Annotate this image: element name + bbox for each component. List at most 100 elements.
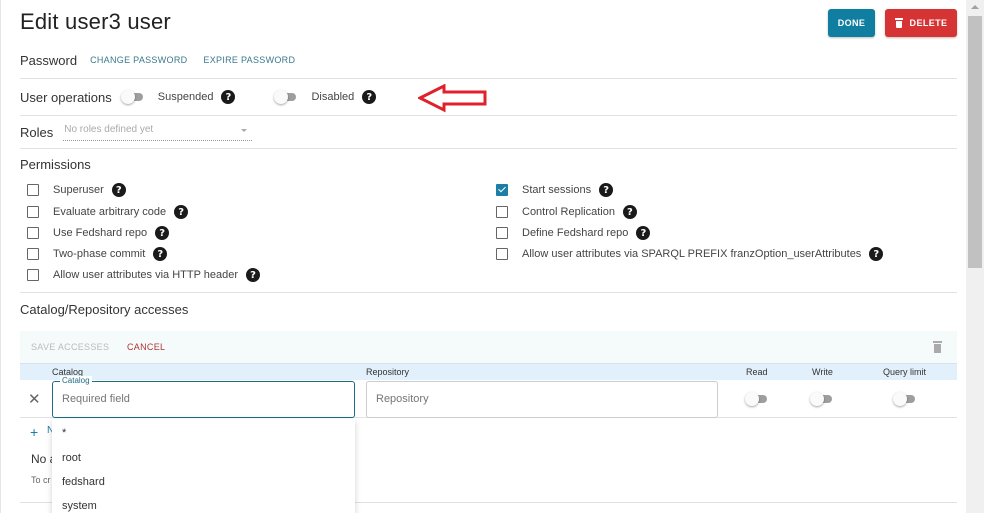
- permission-label: Use Fedshard repo: [53, 227, 148, 239]
- help-icon[interactable]: ?: [622, 205, 637, 219]
- suspended-label: Suspended: [157, 91, 214, 103]
- divider: [20, 148, 957, 149]
- help-icon[interactable]: ?: [174, 205, 189, 219]
- checkbox[interactable]: [27, 206, 39, 218]
- done-button[interactable]: DONE: [828, 9, 875, 37]
- checkbox[interactable]: [27, 248, 39, 260]
- chevron-down-icon: [241, 129, 248, 132]
- permission-http-attributes[interactable]: Allow user attributes via HTTP header ?: [27, 267, 261, 283]
- repository-input[interactable]: [376, 393, 656, 405]
- to-create-hint: To cr: [31, 475, 51, 485]
- plus-icon[interactable]: +: [30, 424, 38, 440]
- checkbox[interactable]: [27, 227, 39, 239]
- permission-start-sessions[interactable]: Start sessions ?: [496, 182, 614, 198]
- column-repository: Repository: [366, 367, 410, 377]
- dropdown-option[interactable]: root: [62, 452, 81, 464]
- permission-use-fedshard[interactable]: Use Fedshard repo ?: [27, 225, 170, 241]
- permission-sparql-attributes[interactable]: Allow user attributes via SPARQL PREFIX …: [496, 246, 884, 262]
- help-icon[interactable]: ?: [869, 247, 884, 261]
- permission-eval-code[interactable]: Evaluate arbitrary code ?: [27, 204, 189, 220]
- catalog-dropdown: * root fedshard system: [52, 419, 355, 513]
- dropdown-option[interactable]: *: [62, 427, 66, 439]
- divider: [20, 115, 957, 116]
- scrollbar-thumb[interactable]: [968, 16, 982, 268]
- help-icon[interactable]: ?: [599, 183, 614, 197]
- permission-label: Control Replication: [522, 206, 615, 218]
- accesses-table-header: Catalog Repository Read Write Query limi…: [20, 363, 957, 380]
- password-label: Password: [20, 52, 78, 68]
- toggle-knob: [120, 90, 135, 104]
- dropdown-option[interactable]: system: [62, 500, 97, 512]
- permissions-title: Permissions: [20, 157, 91, 172]
- catalog-input[interactable]: [62, 393, 342, 405]
- permission-label: Evaluate arbitrary code: [53, 206, 167, 218]
- catalog-field-label: Catalog: [60, 376, 92, 385]
- dropdown-option[interactable]: fedshard: [62, 476, 105, 488]
- password-row: Password CHANGE PASSWORD EXPIRE PASSWORD: [20, 50, 295, 70]
- expire-password-button[interactable]: EXPIRE PASSWORD: [203, 55, 295, 65]
- vertical-scrollbar[interactable]: [966, 0, 984, 513]
- trash-icon: [894, 18, 903, 28]
- user-operations-row: User operations Suspended ? Disabled ?: [20, 87, 377, 107]
- help-icon[interactable]: ?: [362, 90, 377, 104]
- toggle-knob: [745, 392, 759, 406]
- roles-label: Roles: [20, 124, 54, 140]
- accesses-toolbar: SAVE ACCESSES CANCEL: [20, 331, 957, 363]
- delete-button[interactable]: DELETE: [885, 9, 957, 37]
- column-read: Read: [746, 367, 768, 377]
- done-label: DONE: [837, 18, 866, 28]
- help-icon[interactable]: ?: [155, 226, 170, 240]
- permission-superuser[interactable]: Superuser ?: [27, 182, 126, 198]
- permission-label: Superuser: [53, 184, 104, 196]
- cancel-button[interactable]: CANCEL: [127, 342, 165, 352]
- toggle-knob: [810, 392, 824, 406]
- roles-select[interactable]: No roles defined yet: [63, 123, 253, 141]
- permission-two-phase-commit[interactable]: Two-phase commit ?: [27, 246, 168, 262]
- repository-field[interactable]: [366, 381, 718, 418]
- disabled-label: Disabled: [311, 91, 355, 103]
- page-title: Edit user3 user: [20, 9, 171, 34]
- column-write: Write: [812, 367, 833, 377]
- checkbox-checked[interactable]: [496, 184, 508, 196]
- table-row: ✕ Catalog: [20, 376, 957, 418]
- edit-user-page: Edit user3 user DONE DELETE Password CHA…: [0, 0, 966, 513]
- permission-control-replication[interactable]: Control Replication ?: [496, 204, 637, 220]
- permission-label: Two-phase commit: [53, 248, 146, 260]
- permission-label: Define Fedshard repo: [522, 227, 629, 239]
- checkbox[interactable]: [496, 206, 508, 218]
- delete-label: DELETE: [909, 18, 948, 28]
- accesses-title: Catalog/Repository accesses: [20, 302, 189, 317]
- help-icon[interactable]: ?: [221, 90, 236, 104]
- roles-placeholder: No roles defined yet: [64, 124, 154, 135]
- save-accesses-button[interactable]: SAVE ACCESSES: [31, 342, 109, 352]
- write-toggle[interactable]: [810, 392, 834, 406]
- read-toggle[interactable]: [745, 392, 769, 406]
- user-operations-label: User operations: [20, 89, 112, 105]
- roles-row: Roles No roles defined yet: [20, 122, 253, 142]
- help-icon[interactable]: ?: [111, 183, 126, 197]
- trash-icon[interactable]: [933, 341, 942, 353]
- checkbox[interactable]: [496, 227, 508, 239]
- scroll-up-icon[interactable]: [971, 5, 979, 9]
- annotation-arrow-icon: [418, 84, 487, 113]
- toggle-knob: [893, 392, 907, 406]
- suspended-toggle[interactable]: [120, 90, 145, 104]
- change-password-button[interactable]: CHANGE PASSWORD: [90, 55, 187, 65]
- close-icon[interactable]: ✕: [28, 390, 41, 408]
- checkbox[interactable]: [27, 184, 39, 196]
- help-icon[interactable]: ?: [153, 247, 168, 261]
- help-icon[interactable]: ?: [246, 268, 261, 282]
- catalog-field[interactable]: Catalog: [52, 376, 355, 418]
- query-limit-toggle[interactable]: [893, 392, 917, 406]
- disabled-toggle[interactable]: [274, 90, 298, 104]
- checkbox[interactable]: [27, 269, 39, 281]
- toggle-knob: [274, 90, 289, 104]
- permission-define-fedshard[interactable]: Define Fedshard repo ?: [496, 225, 651, 241]
- permission-label: Start sessions: [522, 184, 592, 196]
- checkbox[interactable]: [496, 248, 508, 260]
- column-query-limit: Query limit: [883, 367, 927, 377]
- help-icon[interactable]: ?: [636, 226, 651, 240]
- divider: [20, 78, 957, 79]
- divider: [20, 292, 957, 293]
- permission-label: Allow user attributes via SPARQL PREFIX …: [522, 248, 862, 260]
